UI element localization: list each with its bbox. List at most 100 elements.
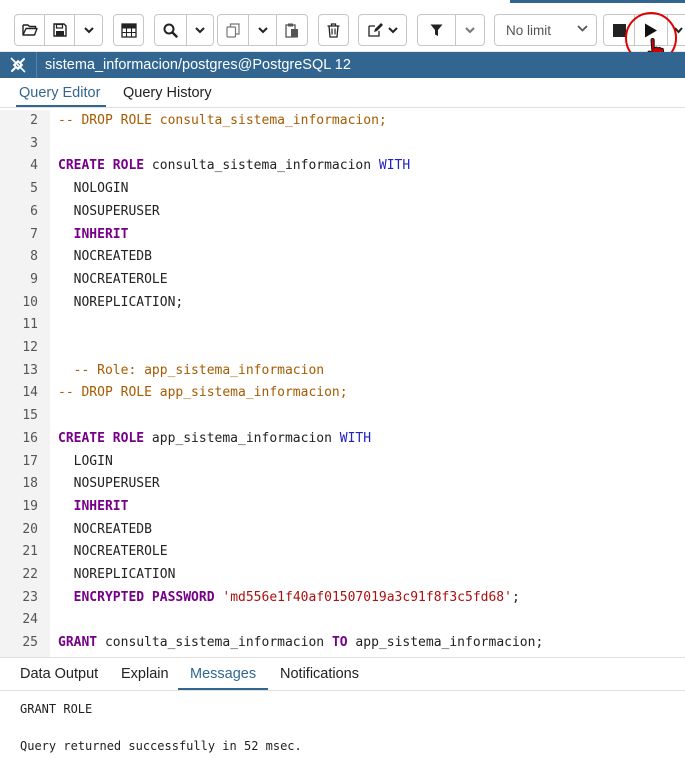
code-line[interactable]: 18 NOSUPERUSER <box>0 473 685 496</box>
code-text: NOLOGIN <box>58 181 129 197</box>
active-output-tab-underline <box>178 688 268 690</box>
tab-explain[interactable]: Explain <box>121 666 169 682</box>
open-file-button[interactable] <box>15 15 44 45</box>
sql-editor[interactable]: 2 -- DROP ROLE consulta_sistema_informaci… <box>0 110 685 657</box>
code-text: NOCREATEROLE <box>58 544 168 560</box>
file-button-group <box>14 14 103 46</box>
code-text: CREATE ROLE consulta_sistema_informacion… <box>58 158 411 174</box>
code-line[interactable]: 14 -- DROP ROLE app_sistema_informacion; <box>0 382 685 405</box>
save-dropdown-button[interactable] <box>75 15 102 45</box>
tab-data-output[interactable]: Data Output <box>20 666 98 682</box>
code-line[interactable]: 12 <box>0 337 685 360</box>
line-number: 19 <box>22 498 38 514</box>
search-icon <box>163 23 178 38</box>
code-text: ENCRYPTED PASSWORD 'md556e1f40af01507019… <box>73 589 520 605</box>
tab-messages[interactable]: Messages <box>190 666 256 682</box>
code-line[interactable]: 11 <box>0 314 685 337</box>
tab-notifications[interactable]: Notifications <box>280 666 359 682</box>
code-text: INHERIT <box>73 226 129 242</box>
line-number: 18 <box>22 476 38 492</box>
line-number: 17 <box>22 453 38 469</box>
code-line[interactable]: 3 <box>0 133 685 156</box>
filter-dropdown-button[interactable] <box>456 15 484 45</box>
line-number: 16 <box>22 430 38 446</box>
paste-button[interactable] <box>277 15 307 45</box>
code-text: NOCREATEDB <box>58 249 152 265</box>
clipboard-button-group <box>217 14 308 46</box>
line-number: 8 <box>30 249 38 265</box>
code-line[interactable]: 19 INHERIT <box>0 496 685 519</box>
line-number: 24 <box>22 612 38 628</box>
code-line[interactable]: 17 LOGIN <box>0 451 685 474</box>
line-number: 9 <box>30 271 38 287</box>
code-line[interactable]: 21 NOCREATEROLE <box>0 541 685 564</box>
editor-tabs: Query Editor Query History <box>0 80 685 108</box>
line-number: 13 <box>22 362 38 378</box>
find-button-group <box>154 14 214 46</box>
chevron-down-icon <box>577 25 588 32</box>
code-text: NOREPLICATION <box>58 567 176 582</box>
find-button[interactable] <box>155 15 186 45</box>
code-line[interactable]: 22 NOREPLICATION <box>0 564 685 587</box>
connection-bar[interactable]: sistema_informacion/postgres@PostgreSQL … <box>0 52 685 78</box>
code-line[interactable]: 10 NOREPLICATION; <box>0 292 685 315</box>
code-line[interactable]: 20 NOCREATEDB <box>0 519 685 542</box>
delete-icon <box>327 22 340 38</box>
filter-button[interactable] <box>418 15 455 45</box>
code-text: NOCREATEDB <box>58 521 152 537</box>
copy-icon <box>225 22 240 38</box>
code-line[interactable]: 6 NOSUPERUSER <box>0 201 685 224</box>
row-limit-select[interactable]: No limit <box>494 14 597 46</box>
code-line[interactable]: 7 INHERIT <box>0 224 685 247</box>
line-number: 5 <box>30 181 38 197</box>
chevron-down-icon <box>465 26 475 33</box>
edit-button-group <box>358 14 407 46</box>
copy-button[interactable] <box>218 15 248 45</box>
line-number: 12 <box>22 340 38 355</box>
code-line[interactable]: 9 NOCREATEROLE <box>0 269 685 292</box>
tab-query-history[interactable]: Query History <box>123 85 212 101</box>
code-line[interactable]: 25 GRANT consulta_sistema_informacion TO … <box>0 632 685 655</box>
save-file-button[interactable] <box>45 15 74 45</box>
code-text: GRANT consulta_sistema_informacion TO ap… <box>58 635 544 651</box>
edit-dropdown-button[interactable] <box>359 15 406 45</box>
connection-status[interactable] <box>0 52 37 78</box>
folder-open-icon <box>21 24 38 36</box>
code-line[interactable]: 16 CREATE ROLE app_sistema_informacion WI… <box>0 428 685 451</box>
output-tabs: Data Output Explain Messages Notificatio… <box>0 657 685 691</box>
row-limit-value: No limit <box>506 22 552 38</box>
query-toolbar: No limit <box>0 0 685 64</box>
code-line[interactable]: 5 NOLOGIN <box>0 178 685 201</box>
code-line[interactable]: 24 <box>0 609 685 632</box>
code-text: -- DROP ROLE app_sistema_informacion; <box>58 385 348 401</box>
line-number: 15 <box>22 408 38 424</box>
code-line[interactable]: 13 -- Role: app_sistema_informacion <box>0 360 685 383</box>
filter-icon <box>430 24 443 36</box>
code-text: NOSUPERUSER <box>58 476 160 492</box>
code-text: NOCREATEROLE <box>58 271 168 287</box>
line-number: 6 <box>30 203 38 219</box>
code-line[interactable]: 15 <box>0 405 685 428</box>
code-text: INHERIT <box>73 498 129 514</box>
find-dropdown-button[interactable] <box>187 15 213 45</box>
line-number: 21 <box>22 544 38 560</box>
copy-dropdown-button[interactable] <box>249 15 276 45</box>
table-icon <box>120 22 137 38</box>
active-tab-indicator <box>510 0 685 3</box>
active-tab-underline <box>16 105 106 107</box>
code-line[interactable]: 8 NOCREATEDB <box>0 246 685 269</box>
code-line[interactable]: 2 -- DROP ROLE consulta_sistema_informaci… <box>0 110 685 133</box>
code-line[interactable]: 4 CREATE ROLE consulta_sistema_informacio… <box>0 155 685 178</box>
line-number: 3 <box>30 135 38 151</box>
tab-query-editor[interactable]: Query Editor <box>19 85 100 101</box>
line-number: 22 <box>22 567 38 582</box>
save-icon <box>52 23 67 37</box>
code-text: NOSUPERUSER <box>58 203 160 219</box>
code-text: CREATE ROLE app_sistema_informacion WITH <box>58 430 372 446</box>
delete-button[interactable] <box>318 14 349 46</box>
edit-data-button[interactable] <box>113 14 144 46</box>
chevron-down-icon <box>387 26 398 33</box>
code-line[interactable]: 23 ENCRYPTED PASSWORD 'md556e1f40af01507… <box>0 587 685 610</box>
code-text: NOREPLICATION; <box>58 294 184 310</box>
filter-button-group <box>417 14 485 46</box>
